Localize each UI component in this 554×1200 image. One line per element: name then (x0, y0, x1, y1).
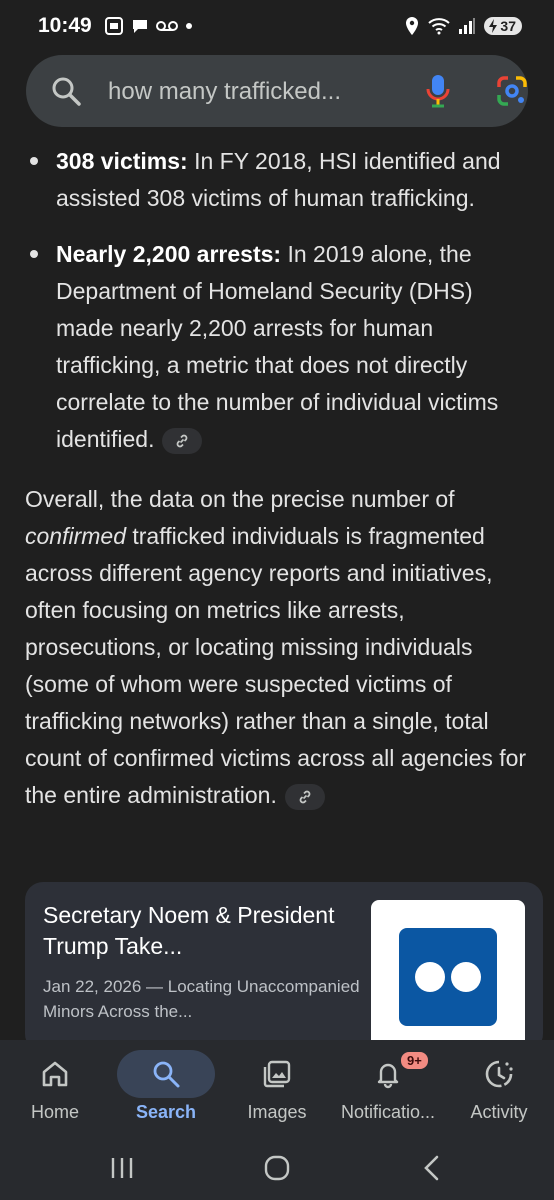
nav-home[interactable]: Home (0, 1040, 110, 1136)
chat-bubble-icon (133, 20, 147, 33)
home-button[interactable] (257, 1150, 297, 1186)
dot-icon (186, 23, 192, 29)
home-circle-icon (264, 1155, 290, 1181)
logo-dot (451, 962, 481, 992)
location-icon (406, 17, 419, 35)
screenshot-icon (105, 17, 123, 35)
nav-notifications[interactable]: 9+ Notificatio... (333, 1040, 443, 1136)
back-icon (424, 1155, 439, 1181)
status-bar: 10:49 37 (0, 0, 554, 52)
bullet-text: In 2019 alone, the Department of Homelan… (56, 241, 499, 452)
summary-emphasis: confirmed (25, 523, 126, 549)
search-icon[interactable] (50, 75, 82, 107)
summary-paragraph: Overall, the data on the precise number … (25, 481, 535, 814)
card-snippet: Jan 22, 2026 — Locating Unaccompanied Mi… (43, 977, 360, 1021)
flickr-logo-icon (399, 928, 497, 1026)
battery-level: 37 (500, 18, 516, 34)
nav-label: Activity (470, 1102, 528, 1122)
source-link-chip[interactable] (162, 427, 203, 454)
bullet-heading: Nearly 2,200 arrests: (56, 241, 282, 267)
lens-icon[interactable] (496, 75, 528, 107)
battery-icon: 37 (484, 17, 522, 35)
status-time: 10:49 (38, 14, 92, 37)
home-icon (42, 1061, 68, 1087)
result-card[interactable]: Secretary Noem & President Trump Take...… (25, 882, 543, 1052)
source-link-chip[interactable] (284, 783, 325, 810)
recent-apps-icon (111, 1158, 133, 1178)
wifi-icon (428, 18, 451, 35)
summary-lead: Overall, the data on the precise number … (25, 486, 455, 512)
system-navigation (0, 1136, 554, 1200)
search-bar[interactable] (26, 55, 528, 127)
nav-search[interactable]: Search (111, 1040, 221, 1136)
signal-icon (459, 18, 476, 34)
bullet-item: 308 victims: In FY 2018, HSI identified … (30, 143, 536, 217)
card-title[interactable]: Secretary Noem & President Trump Take... (43, 900, 353, 962)
search-icon (153, 1061, 180, 1088)
logo-dot (415, 962, 445, 992)
bottom-navigation: Home Search Images 9+ Notificatio... Act… (0, 1040, 554, 1136)
link-icon (177, 434, 188, 448)
back-button[interactable] (412, 1150, 452, 1186)
voicemail-icon (156, 21, 178, 31)
nav-activity[interactable]: Activity (444, 1040, 554, 1136)
images-icon (263, 1060, 291, 1088)
recent-apps-button[interactable] (102, 1150, 142, 1186)
activity-icon (485, 1060, 513, 1088)
summary-rest: trafficked individuals is fragmented acr… (25, 523, 527, 808)
nav-images[interactable]: Images (222, 1040, 332, 1136)
bullet-item: Nearly 2,200 arrests: In 2019 alone, the… (30, 236, 536, 458)
notification-badge: 9+ (399, 1050, 430, 1071)
bullet-heading: 308 victims: (56, 148, 188, 174)
mic-icon[interactable] (424, 73, 452, 109)
link-icon (299, 790, 311, 804)
search-input[interactable] (106, 76, 370, 108)
card-thumbnail[interactable] (371, 900, 525, 1050)
